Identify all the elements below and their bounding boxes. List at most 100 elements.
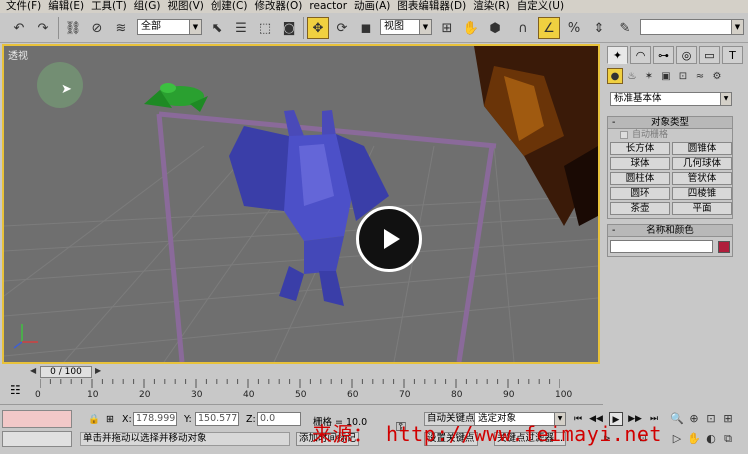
- object-type-button[interactable]: 平面: [672, 202, 732, 215]
- perspective-viewport[interactable]: 透视 ➤: [2, 44, 600, 364]
- maxscript-listener[interactable]: [2, 410, 72, 428]
- menu-item[interactable]: 组(G): [134, 0, 168, 13]
- select-and-link-icon[interactable]: ⛓: [62, 17, 84, 39]
- y-coordinate-field[interactable]: 150.577: [195, 412, 239, 426]
- reference-coordinate-dropdown[interactable]: 视图 ▼: [380, 19, 432, 35]
- bind-space-warp-icon[interactable]: ≋: [110, 17, 132, 39]
- menu-item[interactable]: 动画(A): [354, 0, 397, 13]
- maxscript-mini-listener[interactable]: [2, 431, 72, 447]
- object-type-button[interactable]: 几何球体: [672, 157, 732, 170]
- maximize-viewport-icon[interactable]: ⧉: [721, 432, 735, 446]
- menu-item[interactable]: 工具(T): [91, 0, 134, 13]
- geometry-type-dropdown[interactable]: 标准基本体 ▼: [610, 92, 732, 106]
- menu-item[interactable]: 创建(C): [211, 0, 255, 13]
- rectangular-selection-icon[interactable]: ⬚: [254, 17, 276, 39]
- percent-snap-icon[interactable]: %: [563, 17, 585, 39]
- undo-icon[interactable]: ↶: [8, 17, 30, 39]
- object-type-button[interactable]: 四棱锥: [672, 187, 732, 200]
- z-coordinate-field[interactable]: 0.0: [257, 412, 301, 426]
- object-type-header[interactable]: - 对象类型: [608, 117, 732, 129]
- object-type-button[interactable]: 圆锥体: [672, 142, 732, 155]
- angle-snap-icon[interactable]: ∠: [538, 17, 560, 39]
- lights-icon[interactable]: ✶: [641, 68, 657, 84]
- x-coordinate-field[interactable]: 178.999: [133, 412, 177, 426]
- menu-item[interactable]: reactor: [309, 0, 354, 13]
- window-crossing-icon[interactable]: ◙: [278, 17, 300, 39]
- keyboard-shortcut-icon[interactable]: ⬢: [484, 17, 506, 39]
- zoom-extents-icon[interactable]: ⊡: [704, 412, 718, 426]
- frog-model[interactable]: [144, 83, 208, 112]
- absolute-mode-icon[interactable]: ⊞: [106, 414, 114, 425]
- snap-toggle-icon[interactable]: ∩: [512, 17, 534, 39]
- menu-item[interactable]: 修改器(O): [254, 0, 309, 13]
- zoom-extents-all-icon[interactable]: ⊞: [721, 412, 735, 426]
- pivot-point-icon[interactable]: ⊞: [436, 17, 458, 39]
- toolbar-separator: [303, 17, 304, 39]
- name-color-header[interactable]: - 名称和颜色: [608, 225, 732, 237]
- name-color-row: [608, 237, 732, 256]
- select-and-move-icon[interactable]: ✥: [307, 17, 329, 39]
- shapes-icon[interactable]: ♨: [624, 68, 640, 84]
- menu-item[interactable]: 文件(F): [6, 0, 48, 13]
- x-label: X:: [122, 414, 132, 425]
- named-selection-dropdown[interactable]: ▼: [640, 19, 744, 35]
- select-object-icon[interactable]: ⬉: [206, 17, 228, 39]
- time-slider-bar: ◀ 0 / 100 ▶: [0, 365, 603, 379]
- object-type-button[interactable]: 长方体: [610, 142, 670, 155]
- bat-model[interactable]: [229, 110, 389, 306]
- pan-view-icon[interactable]: ✋: [687, 432, 701, 446]
- display-tab-icon[interactable]: ▭: [699, 46, 720, 64]
- mini-curve-editor-icon[interactable]: ☷: [10, 383, 21, 397]
- chevron-down-icon: ▼: [731, 20, 743, 34]
- play-icon: [383, 229, 400, 249]
- helpers-icon[interactable]: ⊡: [675, 68, 691, 84]
- menu-item[interactable]: 自定义(U): [517, 0, 571, 13]
- object-buttons-grid: 长方体 圆锥体 球体 几何球体 圆柱体 管状体 圆环 四棱锥 茶壶 平面: [608, 141, 732, 218]
- menu-item[interactable]: 视图(V): [168, 0, 211, 13]
- next-frame-icon[interactable]: ▶: [95, 366, 101, 375]
- menu-item[interactable]: 图表编辑器(D): [397, 0, 473, 13]
- object-type-button[interactable]: 圆环: [610, 187, 670, 200]
- object-type-button[interactable]: 管状体: [672, 172, 732, 185]
- select-by-name-icon[interactable]: ☰: [230, 17, 252, 39]
- name-color-title: 名称和颜色: [646, 225, 694, 236]
- select-and-rotate-icon[interactable]: ⟳: [331, 17, 353, 39]
- video-play-button[interactable]: [356, 206, 422, 272]
- object-type-button[interactable]: 茶壶: [610, 202, 670, 215]
- menu-item[interactable]: 渲染(R): [473, 0, 517, 13]
- redo-icon[interactable]: ↷: [32, 17, 54, 39]
- utilities-tab-icon[interactable]: T: [722, 46, 743, 64]
- object-color-swatch[interactable]: [718, 240, 730, 253]
- unlink-icon[interactable]: ⊘: [86, 17, 108, 39]
- menu-item[interactable]: 编辑(E): [48, 0, 91, 13]
- space-warps-icon[interactable]: ≈: [692, 68, 708, 84]
- cameras-icon[interactable]: ▣: [658, 68, 674, 84]
- motion-tab-icon[interactable]: ◎: [676, 46, 697, 64]
- selection-filter-dropdown[interactable]: 全部 ▼: [137, 19, 202, 35]
- select-and-scale-icon[interactable]: ◼: [355, 17, 377, 39]
- track-bar[interactable]: ☷ 0 10 20 30 40 50 60 70 80 90 100: [0, 379, 603, 405]
- edit-named-selection-icon[interactable]: ✎: [614, 17, 636, 39]
- zoom-all-icon[interactable]: ⊕: [687, 412, 701, 426]
- spinner-snap-icon[interactable]: ⇕: [588, 17, 610, 39]
- field-of-view-icon[interactable]: ▷: [670, 432, 684, 446]
- arc-rotate-icon[interactable]: ◐: [704, 432, 718, 446]
- create-tab-icon[interactable]: ✦: [607, 46, 628, 64]
- menu-bar: 文件(F) 编辑(E) 工具(T) 组(G) 视图(V) 创建(C) 修改器(O) react…: [0, 0, 748, 13]
- object-type-button[interactable]: 圆柱体: [610, 172, 670, 185]
- manipulate-icon[interactable]: ✋: [460, 17, 482, 39]
- geometry-icon[interactable]: ●: [607, 68, 623, 84]
- object-type-button[interactable]: 球体: [610, 157, 670, 170]
- modify-tab-icon[interactable]: ◠: [630, 46, 651, 64]
- zoom-icon[interactable]: 🔍: [670, 412, 684, 426]
- hierarchy-tab-icon[interactable]: ⊶: [653, 46, 674, 64]
- chevron-down-icon: ▼: [720, 93, 731, 105]
- track-tick-label: 20: [139, 390, 151, 400]
- time-slider[interactable]: 0 / 100: [40, 366, 92, 378]
- lock-icon[interactable]: 🔒: [88, 414, 100, 425]
- systems-icon[interactable]: ⚙: [709, 68, 725, 84]
- autogrid-checkbox[interactable]: [620, 131, 628, 139]
- prev-frame-icon[interactable]: ◀: [30, 366, 36, 375]
- object-name-input[interactable]: [610, 240, 714, 253]
- viewport-label[interactable]: 透视: [8, 47, 28, 62]
